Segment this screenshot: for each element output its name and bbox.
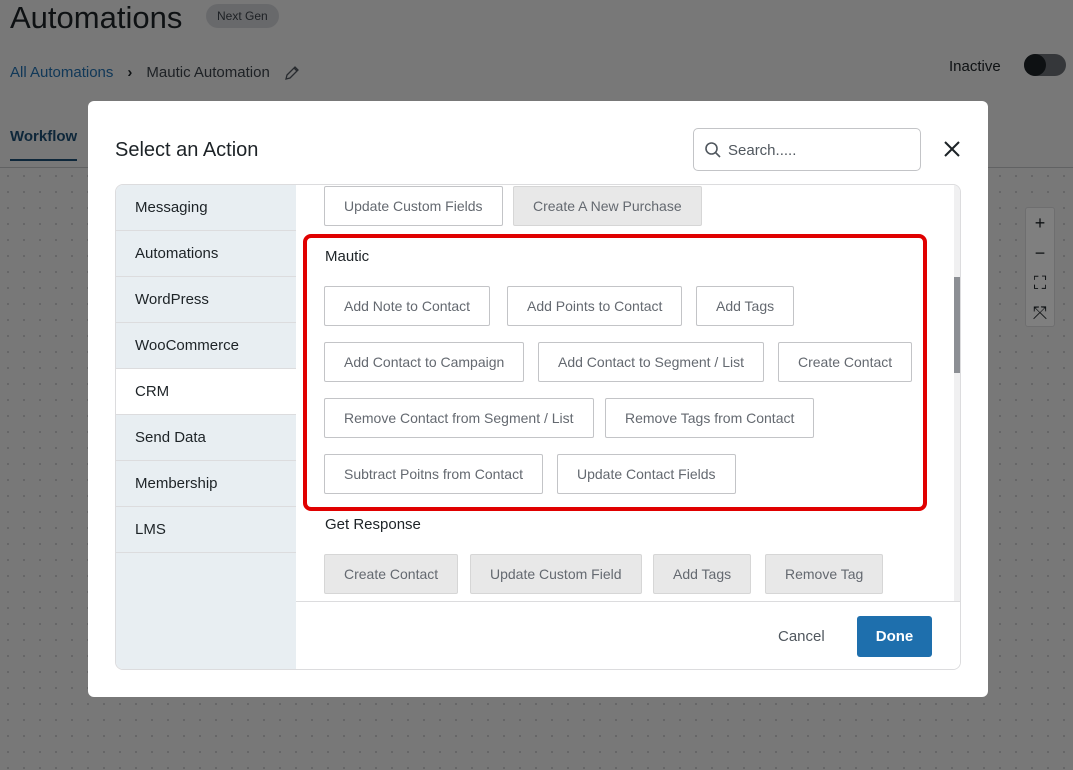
- action-add-contact-to-segment[interactable]: Add Contact to Segment / List: [538, 342, 764, 382]
- action-add-tags[interactable]: Add Tags: [696, 286, 795, 326]
- actions-list[interactable]: Update Custom Fields Create A New Purcha…: [296, 185, 960, 601]
- done-button[interactable]: Done: [857, 616, 932, 657]
- search-icon: [705, 142, 721, 158]
- sidebar-item-messaging[interactable]: Messaging: [116, 185, 296, 231]
- action-add-contact-to-campaign[interactable]: Add Contact to Campaign: [324, 342, 525, 382]
- action-remove-contact-from-segment[interactable]: Remove Contact from Segment / List: [324, 398, 594, 438]
- close-icon[interactable]: [941, 138, 963, 160]
- action-add-points-to-contact[interactable]: Add Points to Contact: [507, 286, 683, 326]
- sidebar-item-wordpress[interactable]: WordPress: [116, 277, 296, 323]
- action-gr-add-tags[interactable]: Add Tags: [653, 554, 752, 594]
- scrollbar-thumb[interactable]: [954, 277, 960, 373]
- search-box: [693, 128, 921, 171]
- action-remove-tags-from-contact[interactable]: Remove Tags from Contact: [605, 398, 815, 438]
- sidebar-item-woocommerce[interactable]: WooCommerce: [116, 323, 296, 369]
- search-input[interactable]: [728, 137, 908, 163]
- modal-footer: Cancel Done: [296, 601, 960, 669]
- action-panel: Messaging Automations WordPress WooComme…: [115, 184, 961, 670]
- sidebar-item-automations[interactable]: Automations: [116, 231, 296, 277]
- category-sidebar: Messaging Automations WordPress WooComme…: [116, 185, 296, 669]
- sidebar-item-send-data[interactable]: Send Data: [116, 415, 296, 461]
- actions-scrollbar[interactable]: [954, 185, 960, 601]
- action-gr-update-custom-field[interactable]: Update Custom Field: [470, 554, 642, 594]
- action-create-new-purchase[interactable]: Create A New Purchase: [513, 186, 702, 226]
- action-add-note-to-contact[interactable]: Add Note to Contact: [324, 286, 491, 326]
- section-label-mautic: Mautic: [325, 248, 370, 265]
- section-label-get-response: Get Response: [325, 516, 421, 533]
- action-update-custom-fields[interactable]: Update Custom Fields: [324, 186, 503, 226]
- sidebar-item-membership[interactable]: Membership: [116, 461, 296, 507]
- action-subtract-points[interactable]: Subtract Poitns from Contact: [324, 454, 543, 494]
- action-update-contact-fields[interactable]: Update Contact Fields: [557, 454, 736, 494]
- cancel-button[interactable]: Cancel: [778, 628, 825, 645]
- action-gr-remove-tag[interactable]: Remove Tag: [765, 554, 884, 594]
- sidebar-item-crm[interactable]: CRM: [116, 369, 296, 415]
- action-gr-create-contact[interactable]: Create Contact: [324, 554, 459, 594]
- sidebar-item-lms[interactable]: LMS: [116, 507, 296, 553]
- modal-title: Select an Action: [115, 139, 259, 161]
- action-create-contact[interactable]: Create Contact: [778, 342, 913, 382]
- select-action-modal: Select an Action Messaging Automations W…: [88, 101, 988, 697]
